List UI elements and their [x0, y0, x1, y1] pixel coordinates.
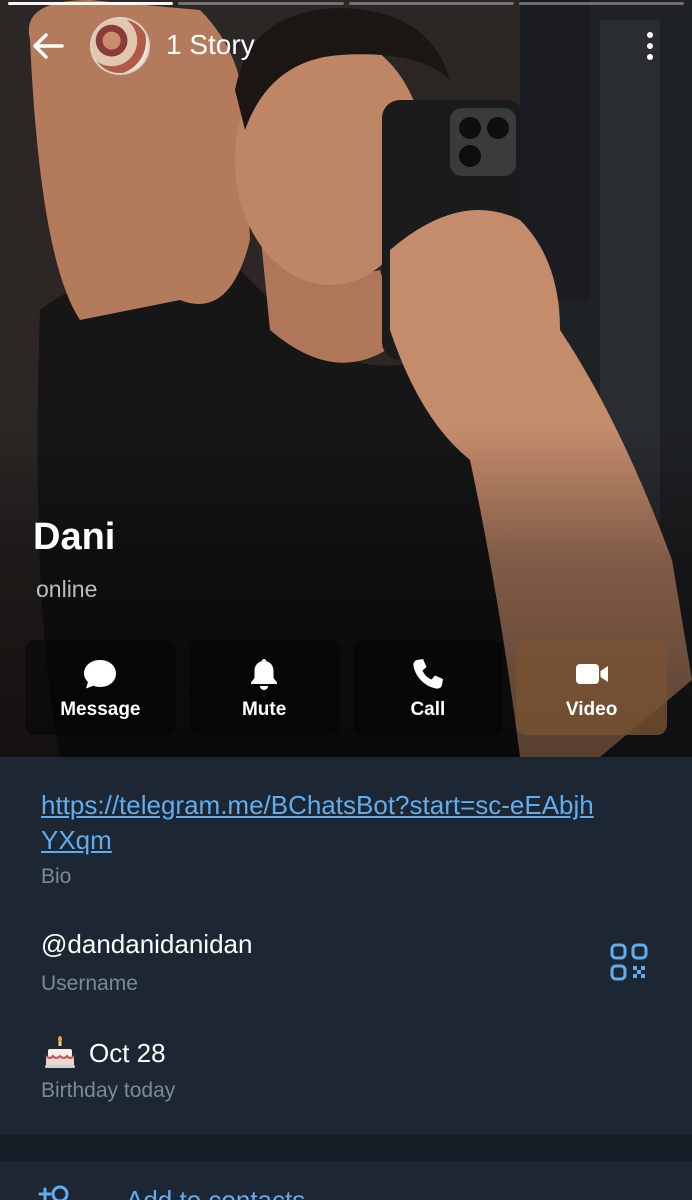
top-bar: 1 Story [0, 14, 692, 78]
arrow-left-icon [33, 33, 64, 59]
story-avatar[interactable] [90, 17, 150, 75]
bio-caption: Bio [41, 865, 72, 888]
dot [647, 32, 653, 38]
add-to-contacts-label: Add to contacts [126, 1185, 306, 1200]
call-button[interactable]: Call [352, 640, 504, 735]
chat-bubble-icon [84, 659, 117, 688]
profile-info-section: https://telegram.me/BChatsBot?start=sc-e… [0, 757, 692, 1135]
story-progress-bar [8, 2, 684, 6]
profile-status: online [36, 576, 98, 602]
birthday-cake-icon [45, 1036, 75, 1068]
call-button-label: Call [410, 698, 446, 720]
video-camera-icon [575, 663, 608, 684]
bio-link[interactable]: https://telegram.me/BChatsBot?start=sc-e… [41, 788, 601, 858]
bell-icon [251, 658, 278, 690]
story-segment [518, 2, 684, 5]
story-segment [178, 2, 344, 5]
birthday-caption: Birthday today [41, 1079, 176, 1102]
story-segment [348, 2, 514, 5]
birthday-date: Oct 28 [89, 1037, 166, 1068]
story-segment [8, 2, 174, 5]
qr-code-icon [610, 943, 648, 981]
profile-screen: 1 Story Dani online Message Mute Call Vi… [0, 0, 692, 1200]
add-user-icon [38, 1185, 69, 1200]
phone-icon [413, 658, 443, 689]
qr-code-button[interactable] [608, 941, 650, 983]
username-caption: Username [41, 972, 138, 995]
story-count-label[interactable]: 1 Story [166, 28, 255, 62]
profile-name: Dani [33, 516, 116, 558]
message-button[interactable]: Message [25, 640, 176, 735]
add-to-contacts-button[interactable]: Add to contacts [0, 1161, 692, 1200]
mute-button[interactable]: Mute [188, 640, 340, 735]
dot [647, 43, 653, 49]
mute-button-label: Mute [241, 698, 287, 720]
video-button-label: Video [565, 698, 618, 720]
more-options-button[interactable] [634, 26, 666, 66]
profile-photo[interactable]: 1 Story Dani online Message Mute Call Vi… [0, 0, 692, 757]
birthday-row: Oct 28 [43, 1036, 166, 1070]
dot [647, 54, 653, 60]
section-divider [0, 1135, 692, 1161]
video-button[interactable]: Video [516, 640, 667, 735]
username[interactable]: @dandanidanidan [41, 929, 252, 960]
message-button-label: Message [60, 698, 141, 720]
back-button[interactable] [26, 26, 70, 66]
action-buttons: Message Mute Call Video [25, 640, 667, 735]
